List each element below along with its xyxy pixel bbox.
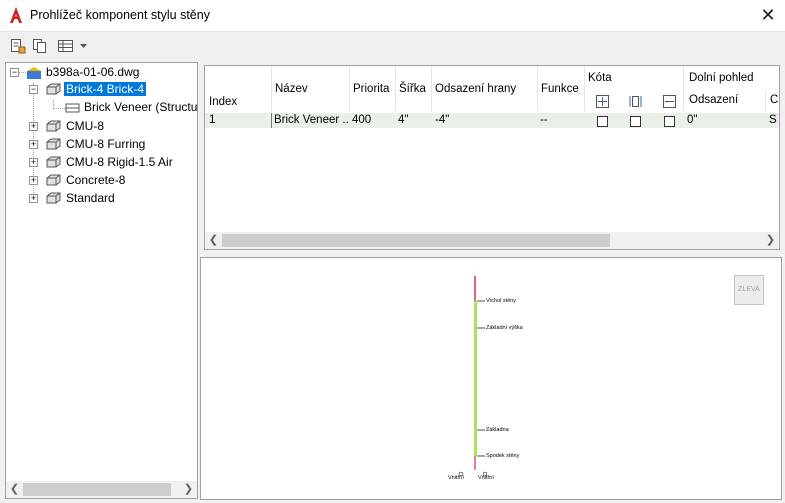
cell-index[interactable]: 1 [209, 114, 215, 126]
component-icon [65, 103, 80, 113]
col-header-priority[interactable]: Priorita [353, 83, 389, 95]
cell-offset[interactable]: 0" [687, 114, 697, 126]
copy-icon[interactable] [32, 38, 48, 54]
label-base-height: Základní výška [486, 325, 523, 331]
toolbar [0, 32, 785, 60]
cell-name[interactable]: Brick Veneer ... [274, 114, 348, 126]
col-header-index[interactable]: Index [209, 96, 237, 108]
cell-next[interactable]: S [769, 114, 777, 126]
label-left-bottom: Vnitřní [448, 475, 464, 481]
cell-width[interactable]: 4" [398, 114, 408, 126]
components-grid: Index Název Priorita Šířka Odsazení hran… [204, 65, 780, 250]
wall-style-icon [46, 156, 61, 168]
tree-item-cmu8-toggle[interactable]: + [29, 122, 38, 131]
tree-item-cmu8-furring[interactable]: CMU-8 Furring [66, 136, 145, 153]
scroll-right-arrow-icon[interactable]: ❯ [762, 232, 779, 249]
drawing-file-icon [27, 67, 41, 79]
scroll-thumb[interactable] [23, 483, 171, 496]
tree-horizontal-scrollbar[interactable]: ❮ ❯ [6, 481, 197, 498]
tree-item-cmu8-rigid-toggle[interactable]: + [29, 158, 38, 167]
cell-priority[interactable]: 400 [352, 114, 371, 126]
dim-center-checkbox[interactable] [597, 116, 608, 127]
dim-center-icon[interactable] [596, 95, 609, 108]
col-header-function[interactable]: Funkce [541, 83, 579, 95]
dropdown-arrow-icon[interactable] [79, 38, 88, 54]
label-right-bottom: Vnitřní [478, 475, 494, 481]
tree-item-cmu8-rigid[interactable]: CMU-8 Rigid-1.5 Air [66, 154, 173, 171]
style-tree[interactable]: − b398a-01-06.dwg − Brick-4 Brick-4 Bric… [5, 62, 198, 499]
scroll-left-arrow-icon[interactable]: ❮ [6, 481, 23, 498]
close-button[interactable]: ✕ [756, 4, 780, 26]
dim-minus-icon[interactable] [663, 95, 676, 108]
wall-style-icon [46, 83, 61, 95]
col-header-name[interactable]: Název [275, 83, 308, 95]
wall-style-icon [46, 174, 61, 186]
wall-style-icon [46, 138, 61, 150]
cell-edge-offset[interactable]: -4" [435, 114, 449, 126]
wall-style-icon [46, 192, 61, 204]
label-wall-top: Vrchol stěny [486, 298, 517, 304]
col-header-offset[interactable]: Odsazení [689, 94, 738, 106]
scroll-thumb[interactable] [222, 234, 610, 247]
label-wall-bottom: Spodek stěny [486, 453, 520, 459]
root-collapse-toggle[interactable]: − [10, 68, 19, 77]
dim-sides-checkbox[interactable] [630, 116, 641, 127]
col-header-edge-offset[interactable]: Odsazení hrany [435, 83, 516, 95]
tree-root-label[interactable]: b398a-01-06.dwg [46, 64, 139, 81]
scroll-right-arrow-icon[interactable]: ❯ [180, 481, 197, 498]
tree-item-concrete8[interactable]: Concrete-8 [66, 172, 125, 189]
wall-preview[interactable]: ZLEVA Vrchol stěny Základní výška Základ… [200, 257, 782, 500]
tree-item-brick4-toggle[interactable]: − [29, 85, 38, 94]
tree-item-standard[interactable]: Standard [66, 190, 115, 207]
wall-section-drawing [458, 276, 488, 477]
grid-horizontal-scrollbar[interactable]: ❮ ❯ [205, 232, 779, 249]
window-title: Prohlížeč komponent stylu stěny [30, 8, 210, 22]
col-header-next[interactable]: C [770, 94, 778, 106]
dim-minus-checkbox[interactable] [664, 116, 675, 127]
tree-item-cmu8[interactable]: CMU-8 [66, 118, 104, 135]
properties-icon[interactable] [10, 38, 26, 54]
tree-item-brick-veneer[interactable]: Brick Veneer (Structu [84, 99, 197, 116]
app-logo-icon [8, 6, 24, 24]
tree-item-standard-toggle[interactable]: + [29, 194, 38, 203]
col-header-bottom-view[interactable]: Dolní pohled [689, 72, 754, 84]
tree-item-cmu8-furring-toggle[interactable]: + [29, 140, 38, 149]
scroll-left-arrow-icon[interactable]: ❮ [205, 232, 222, 249]
wall-style-icon [46, 120, 61, 132]
col-header-width[interactable]: Šířka [399, 83, 426, 95]
col-header-dimension[interactable]: Kóta [588, 72, 612, 84]
dim-sides-icon[interactable] [629, 95, 642, 108]
label-base: Základna [486, 427, 509, 433]
cell-function[interactable]: -- [540, 114, 548, 126]
table-view-icon[interactable] [57, 38, 75, 54]
tree-item-concrete8-toggle[interactable]: + [29, 176, 38, 185]
tree-item-brick4[interactable]: Brick-4 Brick-4 [64, 81, 147, 98]
